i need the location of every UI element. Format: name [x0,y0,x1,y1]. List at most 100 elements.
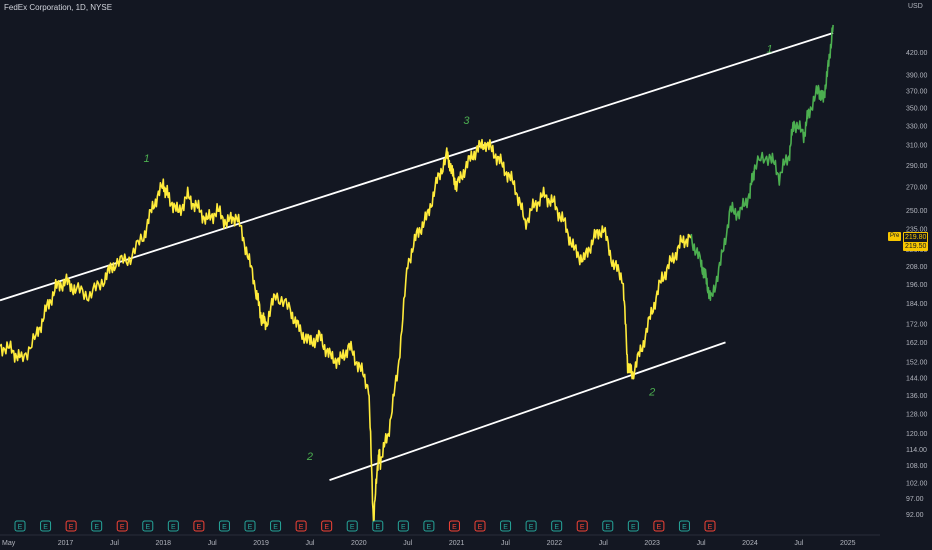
y-tick-label: 144.00 [906,376,928,383]
event-marker[interactable]: E [346,520,358,532]
x-tick-label: Jul [403,540,412,547]
y-tick-label: 250.00 [906,208,928,215]
event-marker[interactable]: E [91,520,103,532]
svg-text:E: E [145,524,150,531]
svg-text:E: E [273,524,278,531]
x-tick-label: Jul [208,540,217,547]
x-tick-label: 2019 [253,540,269,547]
svg-text:E: E [605,524,610,531]
x-tick-label: Jul [697,540,706,547]
svg-text:E: E [708,524,713,531]
y-tick-label: 196.00 [906,282,928,289]
currency-label: USD [908,3,923,10]
event-marker[interactable]: E [218,520,230,532]
x-axis: May 2017 Jul 2018 Jul 2019 Jul 2020 Jul 2021 Jul 20… [0,534,880,547]
event-marker[interactable]: E [116,520,128,532]
event-marker[interactable]: E [142,520,154,532]
event-marker[interactable]: E [448,520,460,532]
price-series [0,24,834,524]
last-price-tag: 219.50 [903,242,929,251]
event-marker[interactable]: E [474,520,486,532]
x-tick-label: 2022 [547,540,563,547]
event-marker[interactable]: E [653,520,665,532]
event-marker[interactable]: E [576,520,588,532]
event-marker[interactable]: E [167,520,179,532]
x-tick-label: 2023 [644,540,660,547]
svg-text:E: E [631,524,636,531]
svg-text:E: E [375,524,380,531]
event-marker[interactable]: E [704,520,716,532]
y-tick-label: 330.00 [906,123,928,130]
event-marker[interactable]: E [295,520,307,532]
x-tick-label: Jul [794,540,803,547]
x-tick-label: Jul [110,540,119,547]
event-marker[interactable]: E [65,520,77,532]
event-marker[interactable]: E [321,520,333,532]
wave-label: 2 [648,387,655,399]
wave-label: 3 [463,115,470,127]
svg-text:E: E [427,524,432,531]
y-tick-label: 102.00 [906,481,928,488]
price-chart[interactable]: 1 2 3 2 1 E E E E E E E E E E E E E E E E E E E E E E E E E E E E 92.00… [0,0,932,550]
y-tick-label: 97.00 [906,496,924,503]
x-tick-label: 2025 [840,540,856,547]
event-markers: EEEEEEEEEEEEEEEEEEEEEEEEEEEE [14,520,716,532]
svg-text:E: E [401,524,406,531]
svg-text:E: E [324,524,329,531]
event-marker[interactable]: E [627,520,639,532]
svg-text:E: E [350,524,355,531]
y-tick-label: 162.00 [906,340,928,347]
svg-text:E: E [94,524,99,531]
x-tick-label: 2018 [155,540,171,547]
event-marker[interactable]: E [244,520,256,532]
x-tick-label: Jul [501,540,510,547]
y-tick-label: 420.00 [906,50,928,57]
svg-text:E: E [657,524,662,531]
svg-text:E: E [18,524,23,531]
y-tick-label: 310.00 [906,142,928,149]
event-marker[interactable]: E [40,520,52,532]
event-marker[interactable]: E [500,520,512,532]
y-tick-label: 270.00 [906,185,928,192]
y-tick-label: 172.00 [906,322,928,329]
event-marker[interactable]: E [270,520,282,532]
y-tick-label: 370.00 [906,89,928,96]
y-axis: 92.00 97.00 102.00 108.00 114.00 120.00 128.00… [906,50,928,519]
svg-text:E: E [120,524,125,531]
event-marker[interactable]: E [372,520,384,532]
svg-text:E: E [529,524,534,531]
x-tick-label: May [2,540,16,547]
svg-text:E: E [299,524,304,531]
pre-market-badge: Pre [888,232,902,241]
event-marker[interactable]: E [14,520,26,532]
projection-line [690,24,834,302]
svg-text:E: E [69,524,74,531]
wave-labels: 1 2 3 2 1 [144,44,773,464]
svg-text:E: E [197,524,202,531]
y-tick-label: 152.00 [906,359,928,366]
svg-text:E: E [248,524,253,531]
y-tick-label: 184.00 [906,301,928,308]
svg-text:E: E [171,524,176,531]
y-tick-label: 290.00 [906,163,928,170]
svg-text:E: E [222,524,227,531]
y-tick-label: 390.00 [906,73,928,80]
x-tick-label: Jul [599,540,608,547]
y-tick-label: 120.00 [906,431,928,438]
event-marker[interactable]: E [678,520,690,532]
event-marker[interactable]: E [423,520,435,532]
event-marker[interactable]: E [551,520,563,532]
y-tick-label: 128.00 [906,412,928,419]
event-marker[interactable]: E [525,520,537,532]
channel-line-lower [329,341,726,481]
event-marker[interactable]: E [397,520,409,532]
x-tick-label: Jul [305,540,314,547]
y-tick-label: 114.00 [906,447,927,454]
price-history-line [0,138,692,524]
event-marker[interactable]: E [602,520,614,532]
chart-title: FedEx Corporation, 1D, NYSE [4,3,113,12]
y-tick-label: 92.00 [906,512,924,519]
y-tick-label: 350.00 [906,106,928,113]
svg-text:E: E [452,524,457,531]
event-marker[interactable]: E [193,520,205,532]
